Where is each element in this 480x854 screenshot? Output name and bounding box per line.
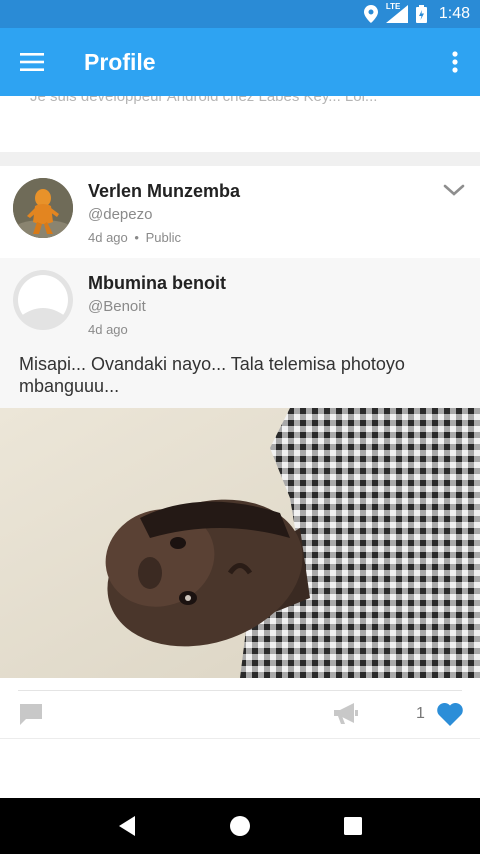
back-triangle-icon: [118, 816, 135, 836]
like-button[interactable]: [436, 701, 464, 727]
comment-button[interactable]: [18, 702, 44, 726]
chevron-down-icon: [443, 184, 465, 196]
status-bar: LTE 1:48: [0, 0, 480, 28]
recents-button[interactable]: [333, 806, 373, 846]
megaphone-icon: [334, 703, 358, 724]
shared-author-avatar[interactable]: [13, 270, 73, 330]
status-time: 1:48: [438, 5, 470, 22]
author-handle: @depezo: [88, 206, 153, 223]
location-icon: [363, 5, 378, 23]
back-button[interactable]: [107, 806, 147, 846]
post-time: 4d ago: [88, 230, 128, 245]
author-name[interactable]: Verlen Munzemba: [88, 181, 240, 202]
shared-post[interactable]: Mbumina benoit @Benoit 4d ago Misapi... …: [0, 258, 480, 408]
more-options-button[interactable]: [430, 28, 480, 96]
shared-author-handle: @Benoit: [88, 298, 146, 315]
default-avatar-icon: [13, 270, 73, 330]
profile-bio: Je suis développeur Android chez Labes K…: [30, 96, 378, 105]
network-type: LTE: [385, 2, 401, 11]
like-count: 1: [416, 705, 425, 722]
post-meta: 4d ago • Public: [88, 230, 181, 245]
home-button[interactable]: [220, 806, 260, 846]
home-circle-icon: [229, 816, 250, 836]
profile-bio-card: Je suis développeur Android chez Labes K…: [0, 96, 480, 152]
page-title: Profile: [84, 48, 156, 75]
signal-icon: LTE: [385, 2, 408, 23]
comment-icon: [20, 704, 42, 725]
menu-icon: [20, 53, 44, 71]
navigation-bar: [0, 798, 480, 854]
app-bar: Profile: [0, 28, 480, 96]
heart-icon: [437, 702, 463, 726]
post-bottom-divider: [0, 738, 480, 739]
shared-post-time: 4d ago: [88, 322, 128, 337]
menu-button[interactable]: [0, 28, 64, 96]
share-button[interactable]: [332, 702, 360, 726]
post-visibility: Public: [145, 230, 181, 245]
actions-divider: [18, 690, 462, 691]
recents-square-icon: [344, 817, 363, 835]
post-text: Misapi... Ovandaki nayo... Tala telemisa…: [19, 354, 405, 396]
more-vert-icon: [452, 51, 458, 73]
post-header[interactable]: Verlen Munzemba @depezo 4d ago • Public: [0, 166, 480, 258]
post-actions: 1: [0, 692, 480, 738]
section-divider: [0, 152, 480, 166]
post-options-button[interactable]: [442, 180, 466, 200]
meta-separator: •: [134, 230, 139, 245]
shared-author-name[interactable]: Mbumina benoit: [88, 273, 226, 294]
author-avatar[interactable]: [13, 178, 73, 238]
battery-icon: [415, 5, 427, 23]
post-photo[interactable]: [0, 408, 480, 678]
